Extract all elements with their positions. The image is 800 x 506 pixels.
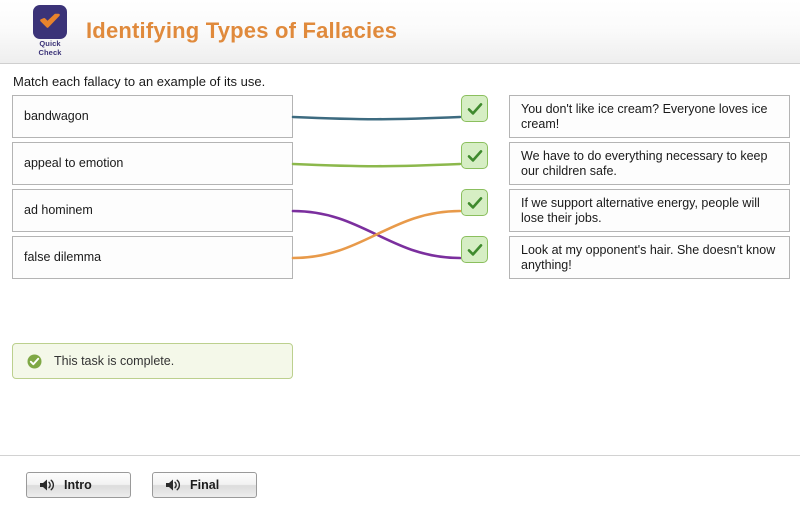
prompt-label: bandwagon [24, 109, 89, 123]
answer-box[interactable]: We have to do everything necessary to ke… [509, 142, 790, 185]
answer-text: We have to do everything necessary to ke… [521, 148, 768, 178]
check-icon [467, 243, 483, 257]
prompt-label: false dilemma [24, 250, 102, 264]
answer-box[interactable]: Look at my opponent's hair. She doesn't … [509, 236, 790, 279]
check-icon [467, 149, 483, 163]
result-badge-correct [461, 142, 488, 169]
answer-text: You don't like ice cream? Everyone loves… [521, 101, 768, 131]
speaker-icon [165, 478, 181, 492]
prompt-column: bandwagon appeal to emotion ad hominem fals… [12, 95, 293, 283]
result-badge-correct [461, 189, 488, 216]
answer-text: Look at my opponent's hair. She doesn't … [521, 242, 776, 272]
final-button-label: Final [190, 478, 220, 492]
intro-audio-button[interactable]: Intro [26, 472, 131, 498]
prompt-box[interactable]: appeal to emotion [12, 142, 293, 185]
page-title: Identifying Types of Fallacies [86, 18, 398, 43]
logo-badge [33, 5, 67, 39]
prompt-box[interactable]: bandwagon [12, 95, 293, 138]
result-badge-correct [461, 236, 488, 263]
quick-check-logo: Quick Check [24, 5, 76, 57]
prompt-label: appeal to emotion [24, 156, 124, 170]
check-icon [39, 12, 61, 32]
prompt-box[interactable]: ad hominem [12, 189, 293, 232]
final-audio-button[interactable]: Final [152, 472, 257, 498]
matching-area: bandwagon appeal to emotion ad hominem fals… [0, 95, 800, 285]
prompt-label: ad hominem [24, 203, 93, 217]
answer-box[interactable]: If we support alternative energy, people… [509, 189, 790, 232]
page-header: Quick Check Identifying Types of Fallaci… [0, 0, 800, 64]
completion-text: This task is complete. [54, 354, 175, 368]
completion-banner: This task is complete. [12, 343, 293, 379]
prompt-box[interactable]: false dilemma [12, 236, 293, 279]
quick-check-activity: Quick Check Identifying Types of Fallaci… [0, 0, 800, 506]
speaker-icon [39, 478, 55, 492]
bottom-toolbar: Intro Final [0, 456, 800, 506]
answer-text: If we support alternative energy, people… [521, 195, 760, 225]
instruction-text: Match each fallacy to an example of its … [13, 74, 266, 89]
intro-button-label: Intro [64, 478, 92, 492]
logo-label-line2: Check [38, 47, 62, 57]
answer-box[interactable]: You don't like ice cream? Everyone loves… [509, 95, 790, 138]
check-icon [467, 196, 483, 210]
check-icon [467, 102, 483, 116]
logo-label: Quick Check [24, 39, 76, 57]
answer-column: You don't like ice cream? Everyone loves… [509, 95, 790, 283]
check-circle-icon [27, 354, 42, 369]
result-badge-correct [461, 95, 488, 122]
